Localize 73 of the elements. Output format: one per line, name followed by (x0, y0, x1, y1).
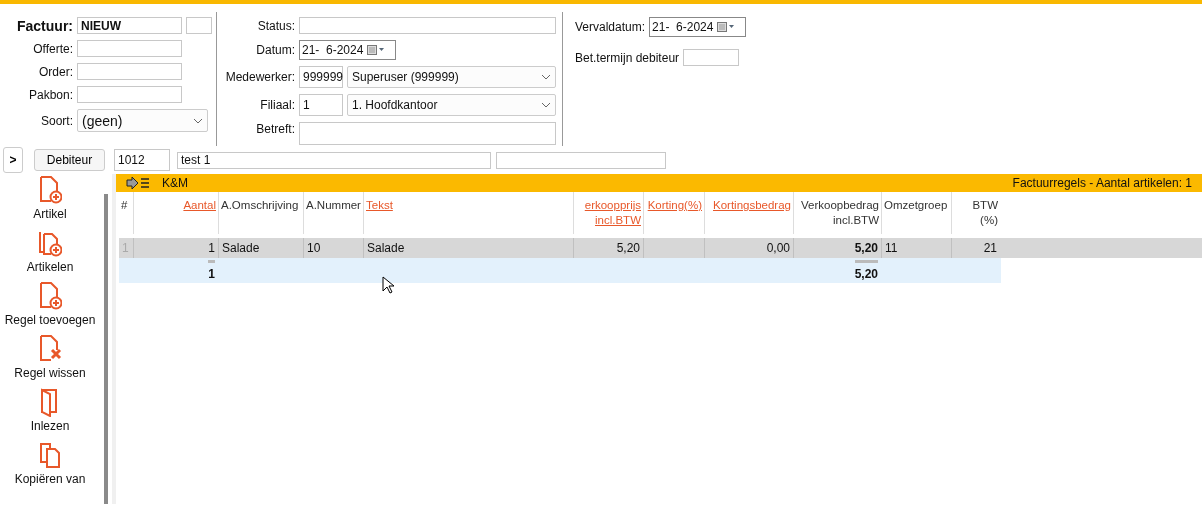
column-header: BTW (%) (971, 198, 998, 228)
employee-dropdown[interactable]: Superuser (999999) (347, 66, 556, 88)
expand-button[interactable]: > (3, 147, 23, 173)
sidebar-action[interactable]: Regel wissen (14, 334, 86, 380)
sidebar-action[interactable]: Inlezen (30, 387, 70, 433)
column-header: Omzetgroep (884, 198, 949, 213)
table-cell: 5,20 (854, 241, 878, 255)
debtor-name-field[interactable]: test 1 (177, 151, 491, 169)
type-dropdown[interactable]: (geen) (77, 109, 208, 132)
field-label: Bet.termijn debiteur (575, 50, 680, 65)
document-x-icon (38, 334, 62, 364)
table-cell: 21 (983, 241, 997, 255)
field-label: Status: (256, 18, 295, 33)
column-header: # (121, 198, 129, 213)
table-cell: 0,00 (766, 241, 790, 255)
table-cell: 11 (885, 241, 898, 255)
grid-title: K&M (162, 176, 189, 190)
field-label: Datum: (255, 43, 295, 57)
sidebar-action[interactable]: Artikelen (26, 228, 74, 274)
branch-code-field[interactable]: 1 (299, 94, 343, 116)
payment-term-field[interactable] (683, 49, 740, 66)
due-date-picker[interactable]: 21- 6-2024 (649, 17, 747, 37)
column-header[interactable]: Tekst (366, 198, 571, 213)
mouse-cursor-icon (382, 276, 394, 294)
status-field[interactable] (299, 17, 556, 34)
column-header: Verkoopbedrag incl.BTW (800, 198, 879, 228)
total-value: 5,20 (854, 260, 878, 281)
invoice-label: Factuur: (16, 17, 73, 34)
document-plus-icon (38, 175, 62, 205)
chevron-down-icon (541, 74, 551, 80)
input-field[interactable] (77, 40, 182, 57)
arrow-list-icon[interactable] (126, 176, 150, 190)
calendar-icon[interactable] (367, 45, 386, 55)
field-label: Offerte: (32, 41, 73, 56)
column-header: A.Omschrijving (221, 198, 300, 213)
employee-code-field[interactable]: 999999 (299, 66, 343, 88)
sidebar-action[interactable]: Regel toevoegen (4, 281, 96, 327)
subject-field[interactable] (299, 122, 556, 145)
copy-icon (38, 440, 62, 470)
input-field[interactable] (77, 63, 182, 80)
chevron-down-icon (193, 117, 203, 124)
field-label: Order: (38, 64, 73, 79)
debtor-code-field[interactable]: 1012 (114, 149, 170, 171)
column-header[interactable]: erkoopprijs incl.BTW (576, 198, 641, 228)
column-header[interactable]: Kortingsbedrag (707, 198, 791, 213)
calendar-icon[interactable] (717, 22, 736, 32)
table-cell: Salade (367, 241, 405, 255)
input-field[interactable] (496, 151, 666, 169)
field-label: Pakbon: (27, 87, 73, 102)
table-cell: 10 (307, 241, 321, 255)
column-header: A.Nummer (306, 198, 361, 213)
field-label: Soort: (40, 113, 73, 128)
column-header[interactable]: Aantal (136, 198, 216, 213)
column-header[interactable]: Korting(%) (646, 198, 702, 213)
document-plus-icon (38, 281, 62, 311)
field-label: Medewerker: (224, 70, 295, 84)
debtor-button[interactable]: Debiteur (34, 149, 105, 171)
grid-summary: Factuurregels - Aantal artikelen: 1 (1012, 176, 1192, 190)
sidebar-action[interactable]: Kopiëren van (14, 440, 86, 486)
invoice-suffix-field[interactable] (186, 17, 212, 34)
field-label: Betreft: (255, 122, 295, 136)
table-cell: 1 (208, 241, 215, 255)
chevron-down-icon (541, 102, 551, 108)
total-value: 1 (208, 260, 215, 281)
sidebar-action[interactable]: Artikel (33, 175, 67, 221)
branch-dropdown[interactable]: 1. Hoofdkantoor (347, 94, 556, 116)
table-cell: 5,20 (616, 241, 640, 255)
invoice-number-field[interactable]: NIEUW (77, 17, 182, 34)
input-field[interactable] (77, 86, 182, 103)
date-picker[interactable]: 21- 6-2024 (299, 40, 396, 60)
field-label: Filiaal: (259, 98, 295, 112)
table-cell: Salade (222, 241, 260, 255)
field-label: Vervaldatum: (575, 20, 646, 34)
